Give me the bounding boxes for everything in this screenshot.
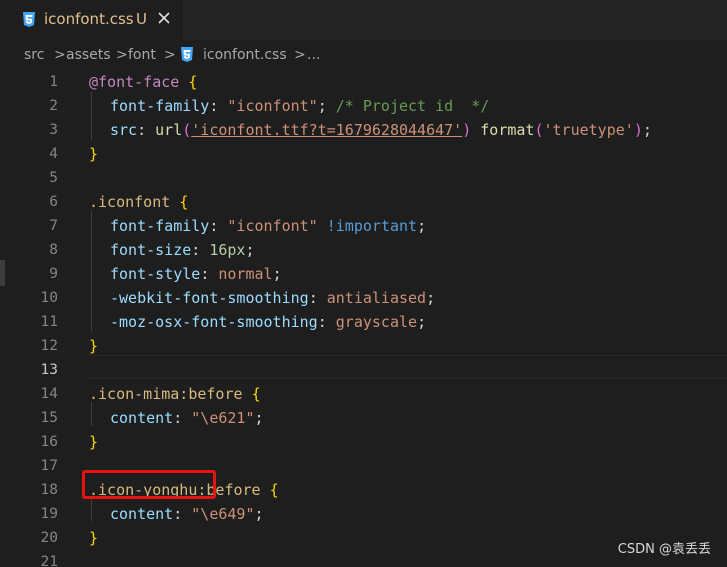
code-text: font-family: "iconfont"; /* Project id *…	[110, 97, 490, 115]
line-number: 16	[40, 434, 58, 450]
close-icon[interactable]	[156, 10, 172, 26]
line-number: 5	[49, 170, 58, 186]
line-number: 3	[49, 122, 58, 138]
code-text: font-family: "iconfont" !important;	[110, 217, 427, 235]
line-number: 20	[40, 530, 58, 546]
code-line: 9 font-style: normal;	[0, 262, 727, 286]
line-number: 13	[40, 362, 58, 378]
line-number: 15	[40, 410, 58, 426]
code-text: .icon-mima:before {	[89, 385, 261, 403]
breadcrumb-item-src[interactable]: src	[24, 47, 44, 63]
watermark: CSDN @袁丢丢	[617, 542, 711, 557]
code-line: 7 font-family: "iconfont" !important;	[0, 214, 727, 238]
code-text: -webkit-font-smoothing: antialiased;	[110, 289, 436, 307]
vscode-editor-window: iconfont.css U src > assets > font > ico…	[0, 0, 727, 567]
code-line: 11 -moz-osx-font-smoothing: grayscale;	[0, 310, 727, 334]
tab-iconfont-css[interactable]: iconfont.css U	[0, 0, 183, 40]
css3-icon	[181, 47, 193, 62]
line-number: 8	[49, 242, 58, 258]
url-link: 'iconfont.ttf?t=1679628044647'	[191, 121, 463, 139]
code-line: 8 font-size: 16px;	[0, 238, 727, 262]
code-text: .iconfont {	[89, 193, 189, 211]
line-number: 18	[40, 482, 58, 498]
annotation-highlight-box	[82, 470, 216, 499]
line-number: 10	[40, 290, 58, 306]
line-number: 21	[40, 554, 58, 567]
code-line: 16 }	[0, 430, 727, 454]
code-text: }	[89, 433, 99, 451]
breadcrumb-item-assets[interactable]: assets	[66, 47, 111, 63]
code-text: }	[89, 337, 99, 355]
breadcrumb-item-file[interactable]: iconfont.css	[203, 47, 287, 63]
breadcrumb-separator: >	[294, 47, 306, 63]
code-text: font-style: normal;	[110, 265, 282, 283]
code-line: 2 font-family: "iconfont"; /* Project id…	[0, 94, 727, 118]
code-line: 3 src: url('iconfont.ttf?t=1679628044647…	[0, 118, 727, 142]
breadcrumb-separator: >	[54, 47, 66, 63]
breadcrumb-item-font[interactable]: font	[128, 47, 156, 63]
git-untracked-status: U	[136, 10, 147, 28]
line-number: 9	[49, 266, 58, 282]
breadcrumb-item-symbols[interactable]: ...	[307, 47, 320, 63]
line-number: 7	[49, 218, 58, 234]
code-text: -moz-osx-font-smoothing: grayscale;	[110, 313, 427, 331]
code-line: 14 .icon-mima:before {	[0, 382, 727, 406]
breadcrumb-separator: >	[164, 47, 176, 63]
code-text: font-size: 16px;	[110, 241, 255, 259]
line-number: 1	[49, 74, 58, 90]
code-line-active: 13	[0, 358, 727, 382]
line-number: 14	[40, 386, 58, 402]
code-text: src: url('iconfont.ttf?t=1679628044647')…	[110, 121, 652, 139]
code-line: 4 }	[0, 142, 727, 166]
code-line: 10 -webkit-font-smoothing: antialiased;	[0, 286, 727, 310]
line-number: 2	[49, 98, 58, 114]
breadcrumb-separator: >	[116, 47, 128, 63]
code-text: }	[89, 529, 99, 547]
code-text: @font-face {	[89, 73, 198, 91]
code-text: }	[89, 145, 99, 163]
line-number: 17	[40, 458, 58, 474]
code-line: 15 content: "\e621";	[0, 406, 727, 430]
code-line: 1 @font-face {	[0, 70, 727, 94]
line-number: 11	[40, 314, 58, 330]
code-line: 5	[0, 166, 727, 190]
line-number: 19	[40, 506, 58, 522]
code-editor[interactable]: 1 @font-face { 2 font-family: "iconfont"…	[0, 70, 727, 567]
tab-title: iconfont.css	[44, 10, 134, 28]
code-line: 12 }	[0, 334, 727, 358]
tab-bar: iconfont.css U	[0, 0, 727, 40]
line-number: 6	[49, 194, 58, 210]
breadcrumb: src > assets > font > iconfont.css > ...	[0, 40, 727, 72]
line-number: 4	[49, 146, 58, 162]
css3-icon	[23, 12, 35, 27]
code-text: content: "\e621";	[110, 409, 264, 427]
code-line: 6 .iconfont {	[0, 190, 727, 214]
line-number: 12	[40, 338, 58, 354]
code-line: 19 content: "\e649";	[0, 502, 727, 526]
code-text: content: "\e649";	[110, 505, 264, 523]
